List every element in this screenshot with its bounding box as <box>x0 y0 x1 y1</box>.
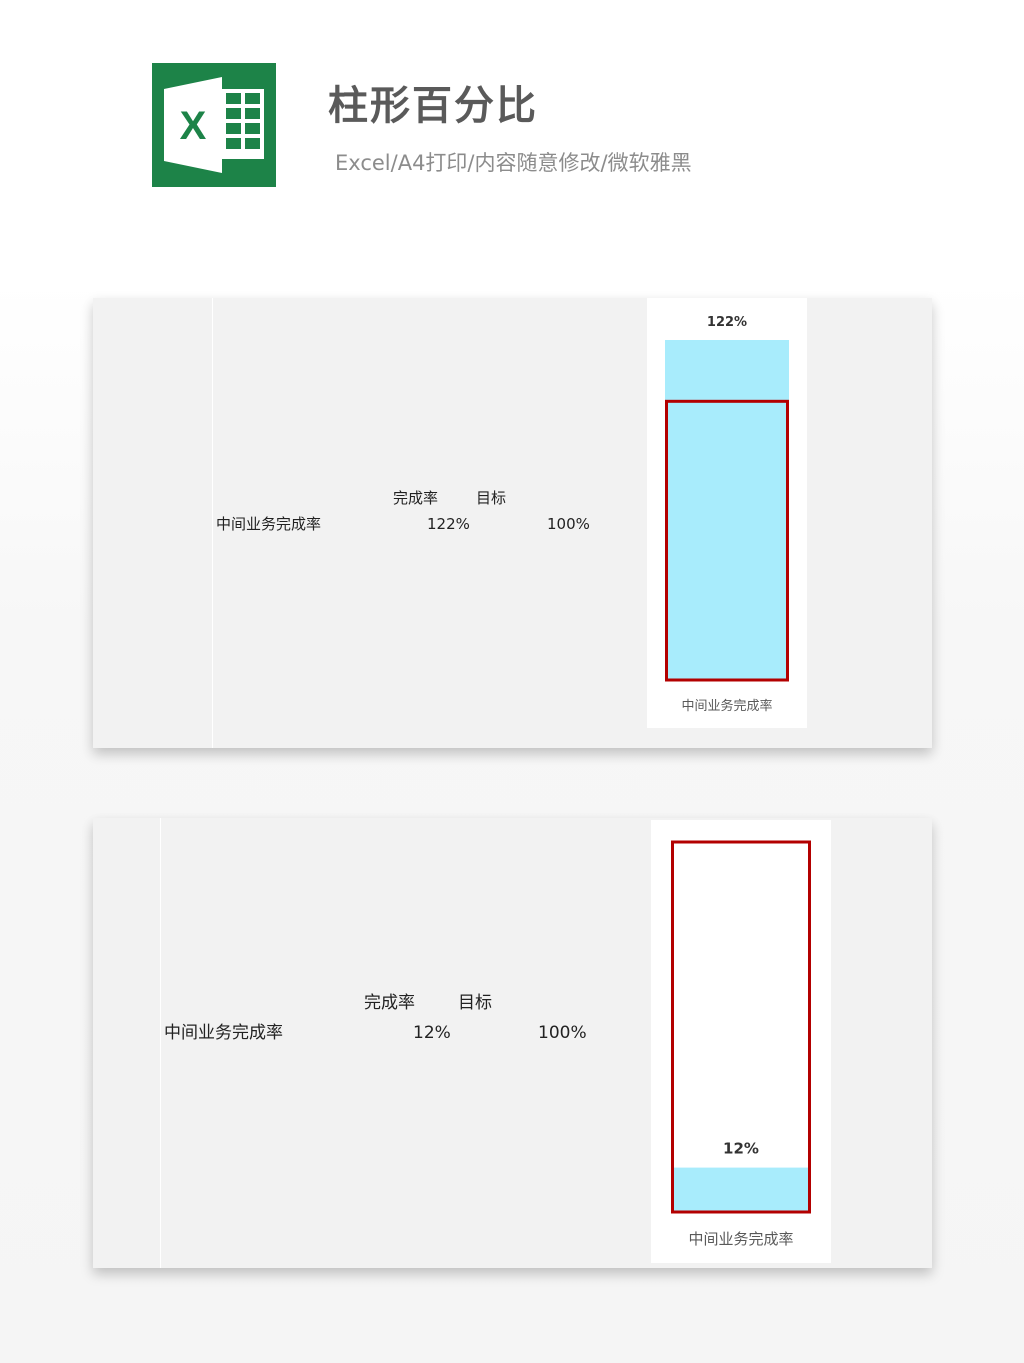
header-actual[interactable]: 完成率 <box>364 993 415 1013</box>
actual-value[interactable]: 122% <box>427 514 470 534</box>
actual-value[interactable]: 12% <box>413 1023 451 1043</box>
excel-logo-icon: X <box>152 63 276 187</box>
column-divider <box>160 818 161 1268</box>
data-label: 12% <box>723 1140 759 1158</box>
logo-letter: X <box>180 104 207 148</box>
category-label: 中间业务完成率 <box>688 1230 793 1248</box>
header-actual[interactable]: 完成率 <box>393 488 438 508</box>
actual-bar[interactable] <box>671 1167 811 1212</box>
chart-2-plot: 12% 中间业务完成率 <box>671 840 811 1248</box>
sheet-2: 完成率 目标 中间业务完成率 12% 100% 12% 中间业务完成率 <box>93 818 932 1268</box>
chart-1-plot: 122% 中间业务完成率 <box>665 315 789 714</box>
category-label: 中间业务完成率 <box>681 698 772 714</box>
sheet-1: 完成率 目标 中间业务完成率 122% 100% 122% 中间业务完成率 <box>93 298 932 748</box>
target-value[interactable]: 100% <box>538 1023 587 1043</box>
chart-2[interactable]: 12% 中间业务完成率 <box>651 820 831 1263</box>
page-subtitle: Excel/A4打印/内容随意修改/微软雅黑 <box>335 151 692 175</box>
header-target[interactable]: 目标 <box>476 488 506 508</box>
column-divider <box>212 298 213 748</box>
row-label[interactable]: 中间业务完成率 <box>216 514 321 534</box>
actual-bar[interactable] <box>665 340 789 680</box>
excel-logo: X <box>152 63 276 187</box>
chart-1[interactable]: 122% 中间业务完成率 <box>647 298 807 728</box>
target-value[interactable]: 100% <box>547 514 590 534</box>
row-label[interactable]: 中间业务完成率 <box>164 1023 283 1043</box>
page-title: 柱形百分比 <box>328 83 538 129</box>
data-label: 122% <box>707 315 747 330</box>
header-target[interactable]: 目标 <box>458 993 492 1013</box>
